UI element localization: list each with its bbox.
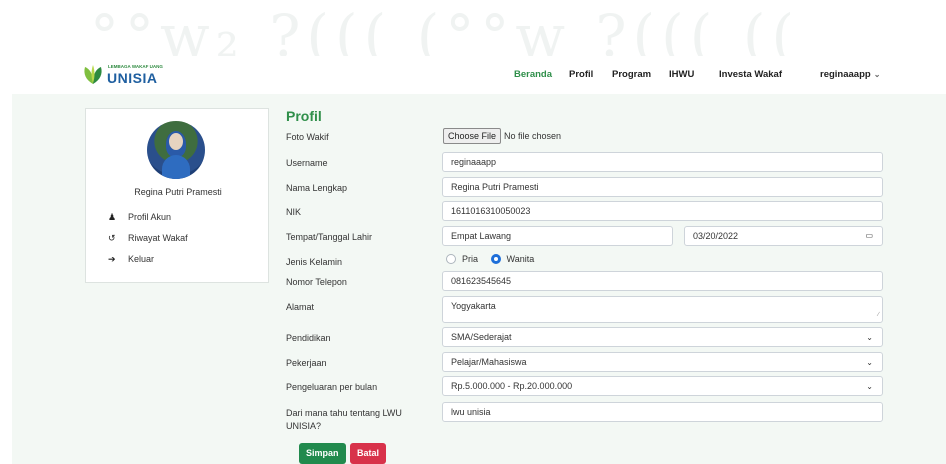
education-value: SMA/Sederajat [451,332,512,342]
birthplace-input[interactable]: Empat Lawang [442,226,673,246]
address-value: Yogyakarta [451,301,496,311]
gender-radio-group: Pria Wanita [446,254,544,268]
user-icon: ♟ [108,212,117,222]
history-icon: ↺ [108,233,116,243]
resize-handle-icon[interactable]: ∕ [878,310,879,321]
expense-select[interactable]: Rp.5.000.000 - Rp.20.000.000 ⌄ [442,376,883,396]
nik-input[interactable]: 1611016310050023 [442,201,883,221]
birthdate-input[interactable]: 03/20/2022 ▭ [684,226,883,246]
label-alamat: Alamat [286,302,315,312]
save-button[interactable]: Simpan [299,443,346,464]
banner-pattern: °°w₂ ?((( (°°w ?((( (( [90,2,801,56]
sidebar-item-label: Riwayat Wakaf [128,233,188,243]
sign-out-icon: ➔ [108,254,116,264]
radio-pria-label[interactable]: Pria [462,254,478,264]
sidebar-item-profil-akun[interactable]: ♟ Profil Akun [108,212,171,223]
file-status: No file chosen [504,131,562,141]
user-dropdown[interactable]: reginaaapp ⌄ [820,69,880,80]
sidebar-item-label: Profil Akun [128,212,172,222]
source-input[interactable]: lwu unisia [442,402,883,422]
expense-value: Rp.5.000.000 - Rp.20.000.000 [451,381,573,391]
label-pendidikan: Pendidikan [286,333,331,343]
avatar [147,121,205,179]
photo-file-input[interactable]: Choose File No file chosen [443,128,561,146]
label-username: Username [286,158,328,168]
nav-ihwu[interactable]: IHWU [669,69,694,80]
nav-profil[interactable]: Profil [569,69,593,80]
username-input[interactable]: reginaaapp [442,152,883,172]
nav-beranda[interactable]: Beranda [514,69,552,80]
sidebar-item-label: Keluar [128,254,155,264]
avatar-body [162,155,190,179]
logo-leaf-icon [84,65,102,84]
label-gender: Jenis Kelamin [286,257,343,267]
education-select[interactable]: SMA/Sederajat ⌄ [442,327,883,347]
sidebar-item-keluar[interactable]: ➔ Keluar [108,254,154,265]
label-telepon: Nomor Telepon [286,277,347,287]
chevron-down-icon: ⌄ [873,70,881,79]
chevron-down-icon: ⌄ [866,358,873,367]
profile-card: Regina Putri Pramesti ♟ Profil Akun ↺ Riwa… [85,108,269,283]
birthdate-value: 03/20/2022 [693,231,739,241]
cancel-button[interactable]: Batal [350,443,387,464]
phone-input[interactable]: 081623545645 [442,271,883,291]
label-pengeluaran: Pengeluaran per bulan [286,382,378,392]
logo-subtitle: LEMBAGA WAKAF UANG [108,64,163,69]
chevron-down-icon: ⌄ [866,333,873,342]
label-foto: Foto Wakif [286,132,329,142]
form-title: Profil [286,108,322,124]
occupation-select[interactable]: Pelajar/Mahasiswa ⌄ [442,352,883,372]
label-nama: Nama Lengkap [286,183,348,193]
label-pekerjaan: Pekerjaan [286,358,327,368]
calendar-icon[interactable]: ▭ [865,230,873,241]
chevron-down-icon: ⌄ [866,382,873,391]
label-nik: NIK [286,207,302,217]
profile-name: Regina Putri Pramesti [134,187,222,197]
radio-pria[interactable] [446,254,456,264]
logo-title: UNISIA [107,70,158,86]
navbar: LEMBAGA WAKAF UANG UNISIA Beranda Profil… [12,56,946,94]
full-name-input[interactable]: Regina Putri Pramesti [442,177,883,197]
nav-program[interactable]: Program [612,69,651,80]
sidebar-item-riwayat-wakaf[interactable]: ↺ Riwayat Wakaf [108,233,188,244]
avatar-face [169,133,183,150]
logo[interactable]: LEMBAGA WAKAF UANG UNISIA [82,62,172,88]
user-name: reginaaapp [820,69,871,80]
radio-wanita-label[interactable]: Wanita [507,254,535,264]
label-ttl: Tempat/Tanggal Lahir [286,232,373,242]
choose-file-button[interactable]: Choose File [443,128,502,144]
address-textarea[interactable]: Yogyakarta ∕ [442,296,883,323]
nav-investa-wakaf[interactable]: Investa Wakaf [719,69,782,80]
label-sumber: Dari mana tahu tentang LWU UNISIA? [286,408,402,431]
radio-wanita[interactable] [490,254,501,264]
occupation-value: Pelajar/Mahasiswa [451,357,527,367]
decorative-banner: °°w₂ ?((( (°°w ?((( (( [0,0,946,56]
